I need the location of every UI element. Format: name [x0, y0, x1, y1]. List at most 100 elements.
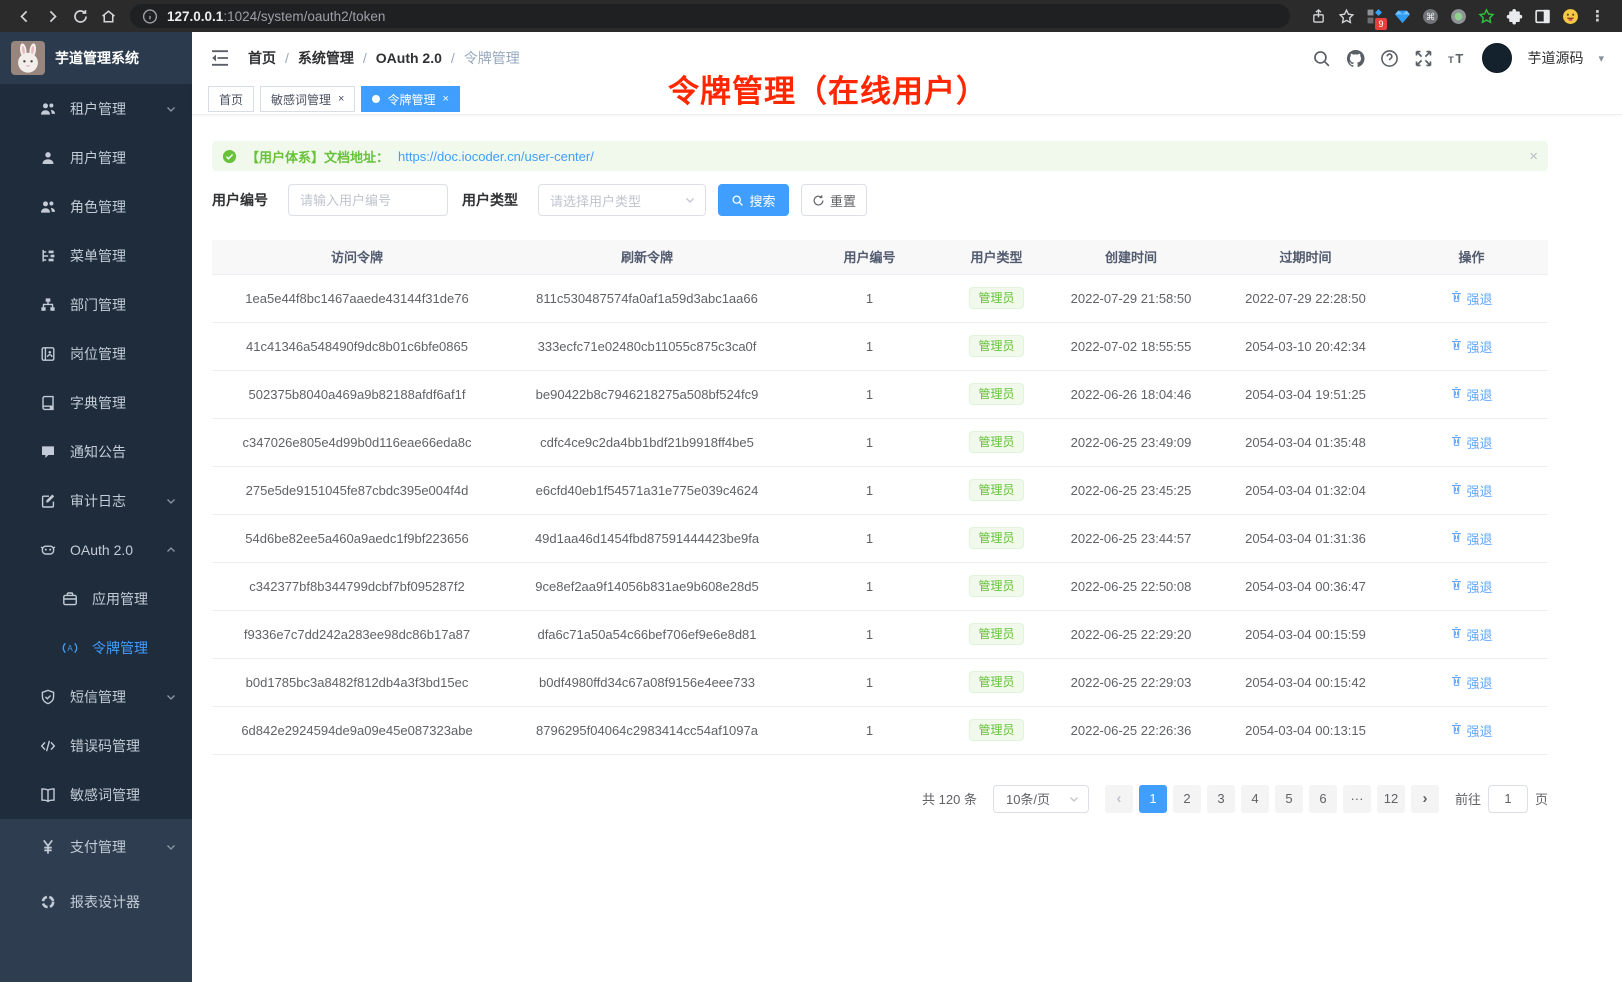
force-logout-button[interactable]: 强退	[1450, 625, 1492, 644]
close-icon[interactable]: ×	[442, 94, 448, 105]
created-cell: 2022-06-25 22:29:20	[1046, 610, 1216, 658]
extension-grid-icon[interactable]: 9	[1360, 2, 1388, 30]
extension-command-icon[interactable]: ⌘	[1416, 2, 1444, 30]
briefcase-icon	[62, 591, 78, 607]
user_id-cell: 1	[792, 658, 947, 706]
force-logout-button[interactable]: 强退	[1450, 577, 1492, 596]
collapse-sidebar-icon[interactable]	[210, 49, 230, 67]
page-button-6[interactable]: 6	[1309, 785, 1337, 813]
breadcrumb-item[interactable]: 系统管理	[298, 48, 354, 68]
search-button[interactable]: 搜索	[718, 184, 789, 216]
page-button-12[interactable]: 12	[1377, 785, 1405, 813]
force-logout-button[interactable]: 强退	[1450, 433, 1492, 452]
force-logout-button[interactable]: 强退	[1450, 673, 1492, 692]
bookmark-star-icon[interactable]	[1332, 2, 1360, 30]
user-type-cell: 管理员	[947, 466, 1046, 514]
reset-button[interactable]: 重置	[801, 184, 867, 216]
chevron-down-icon	[165, 495, 177, 507]
side-panel-icon[interactable]	[1528, 2, 1556, 30]
refresh-cell: cdfc4ce9c2da4bb1bdf21b9918ff4be5	[502, 418, 792, 466]
close-icon[interactable]: ×	[1529, 148, 1538, 165]
force-logout-button[interactable]: 强退	[1450, 481, 1492, 500]
url-text: 127.0.0.1:1024/system/oauth2/token	[167, 9, 385, 24]
share-icon[interactable]	[1304, 2, 1332, 30]
browser-menu-icon[interactable]: ⋮	[1584, 2, 1612, 30]
reload-icon[interactable]	[66, 2, 94, 30]
force-logout-button[interactable]: 强退	[1450, 385, 1492, 404]
breadcrumb-item[interactable]: OAuth 2.0	[376, 50, 442, 66]
page-button-2[interactable]: 2	[1173, 785, 1201, 813]
sidebar-item-tree[interactable]: 菜单管理	[0, 231, 192, 280]
tab-首页[interactable]: 首页	[208, 86, 254, 112]
prev-page-button[interactable]: ‹	[1105, 785, 1133, 813]
expires-cell: 2054-03-04 01:32:04	[1216, 466, 1395, 514]
trash-icon	[1450, 530, 1463, 546]
user-type-select[interactable]: 请选择用户类型	[538, 184, 706, 216]
page-button-5[interactable]: 5	[1275, 785, 1303, 813]
expires-cell: 2054-03-10 20:42:34	[1216, 322, 1395, 370]
chevron-down-icon[interactable]: ▾	[1598, 52, 1604, 65]
home-icon[interactable]	[94, 2, 122, 30]
page-button-4[interactable]: 4	[1241, 785, 1269, 813]
sidebar-item-book[interactable]: 字典管理	[0, 378, 192, 427]
sidebar-item-robot[interactable]: OAuth 2.0	[0, 525, 192, 574]
page-button-1[interactable]: 1	[1139, 785, 1167, 813]
sidebar-item-org[interactable]: 部门管理	[0, 280, 192, 329]
sidebar-item-code[interactable]: 错误码管理	[0, 721, 192, 770]
doc-link[interactable]: https://doc.iocoder.cn/user-center/	[398, 149, 594, 164]
more-pages-button[interactable]: ···	[1343, 785, 1371, 813]
site-info-icon[interactable]	[142, 8, 158, 24]
search-icon[interactable]	[1312, 49, 1331, 68]
pagination: 共 120 条 10条/页 ‹123456···12› 前往 页	[212, 785, 1548, 813]
close-icon[interactable]: ×	[338, 94, 344, 105]
forward-icon[interactable]	[38, 2, 66, 30]
back-icon[interactable]	[10, 2, 38, 30]
sidebar-item-wireless[interactable]: A令牌管理	[0, 623, 192, 672]
user-avatar[interactable]	[1482, 43, 1512, 73]
emoji-avatar-icon[interactable]	[1556, 2, 1584, 30]
tab-敏感词管理[interactable]: 敏感词管理×	[260, 86, 355, 112]
sidebar-item-label: 租户管理	[70, 99, 126, 119]
sidebar-item-shield[interactable]: 短信管理	[0, 672, 192, 721]
force-logout-button[interactable]: 强退	[1450, 337, 1492, 356]
goto-input[interactable]	[1488, 785, 1528, 813]
extension-puzzle-icon[interactable]	[1500, 2, 1528, 30]
url-bar[interactable]: 127.0.0.1:1024/system/oauth2/token	[130, 4, 1290, 28]
sidebar-item-user[interactable]: 用户管理	[0, 133, 192, 182]
user-id-input[interactable]	[288, 184, 448, 216]
search-form: 用户编号 用户类型 请选择用户类型 搜索 重置	[212, 184, 1622, 216]
sidebar-item-users[interactable]: 租户管理	[0, 84, 192, 133]
force-logout-button[interactable]: 强退	[1450, 721, 1492, 740]
force-logout-label: 强退	[1466, 529, 1492, 548]
sidebar-item-idcard[interactable]: 岗位管理	[0, 329, 192, 378]
github-icon[interactable]	[1346, 49, 1365, 68]
tab-令牌管理[interactable]: 令牌管理×	[361, 86, 459, 112]
force-logout-button[interactable]: 强退	[1450, 529, 1492, 548]
username[interactable]: 芋道源码	[1527, 48, 1583, 68]
access-cell: c347026e805e4d99b0d116eae66eda8c	[212, 418, 502, 466]
sidebar-item-yen[interactable]: 支付管理	[0, 819, 192, 874]
breadcrumb-item[interactable]: 首页	[248, 48, 276, 68]
trash-icon	[1450, 338, 1463, 354]
user_id-cell: 1	[792, 610, 947, 658]
force-logout-button[interactable]: 强退	[1450, 289, 1492, 308]
extension-star-icon[interactable]	[1472, 2, 1500, 30]
sidebar-item-message[interactable]: 通知公告	[0, 427, 192, 476]
sidebar-item-briefcase[interactable]: 应用管理	[0, 574, 192, 623]
sidebar-item-edit[interactable]: 审计日志	[0, 476, 192, 525]
goto-label: 前往	[1455, 789, 1481, 808]
extension-gem-icon[interactable]	[1388, 2, 1416, 30]
sidebar-item-pie[interactable]: 报表设计器	[0, 874, 192, 929]
extension-record-icon[interactable]	[1444, 2, 1472, 30]
user-type-badge: 管理员	[969, 479, 1023, 501]
page-size-select[interactable]: 10条/页	[993, 785, 1089, 813]
content-area: 【用户体系】文档地址： https://doc.iocoder.cn/user-…	[192, 115, 1622, 813]
fullscreen-icon[interactable]	[1414, 49, 1433, 68]
page-button-3[interactable]: 3	[1207, 785, 1235, 813]
sidebar-item-role[interactable]: 角色管理	[0, 182, 192, 231]
help-icon[interactable]	[1380, 49, 1399, 68]
expires-cell: 2054-03-04 00:15:42	[1216, 658, 1395, 706]
sidebar-item-openbook[interactable]: 敏感词管理	[0, 770, 192, 819]
font-size-icon[interactable]: TT	[1448, 49, 1467, 68]
next-page-button[interactable]: ›	[1411, 785, 1439, 813]
